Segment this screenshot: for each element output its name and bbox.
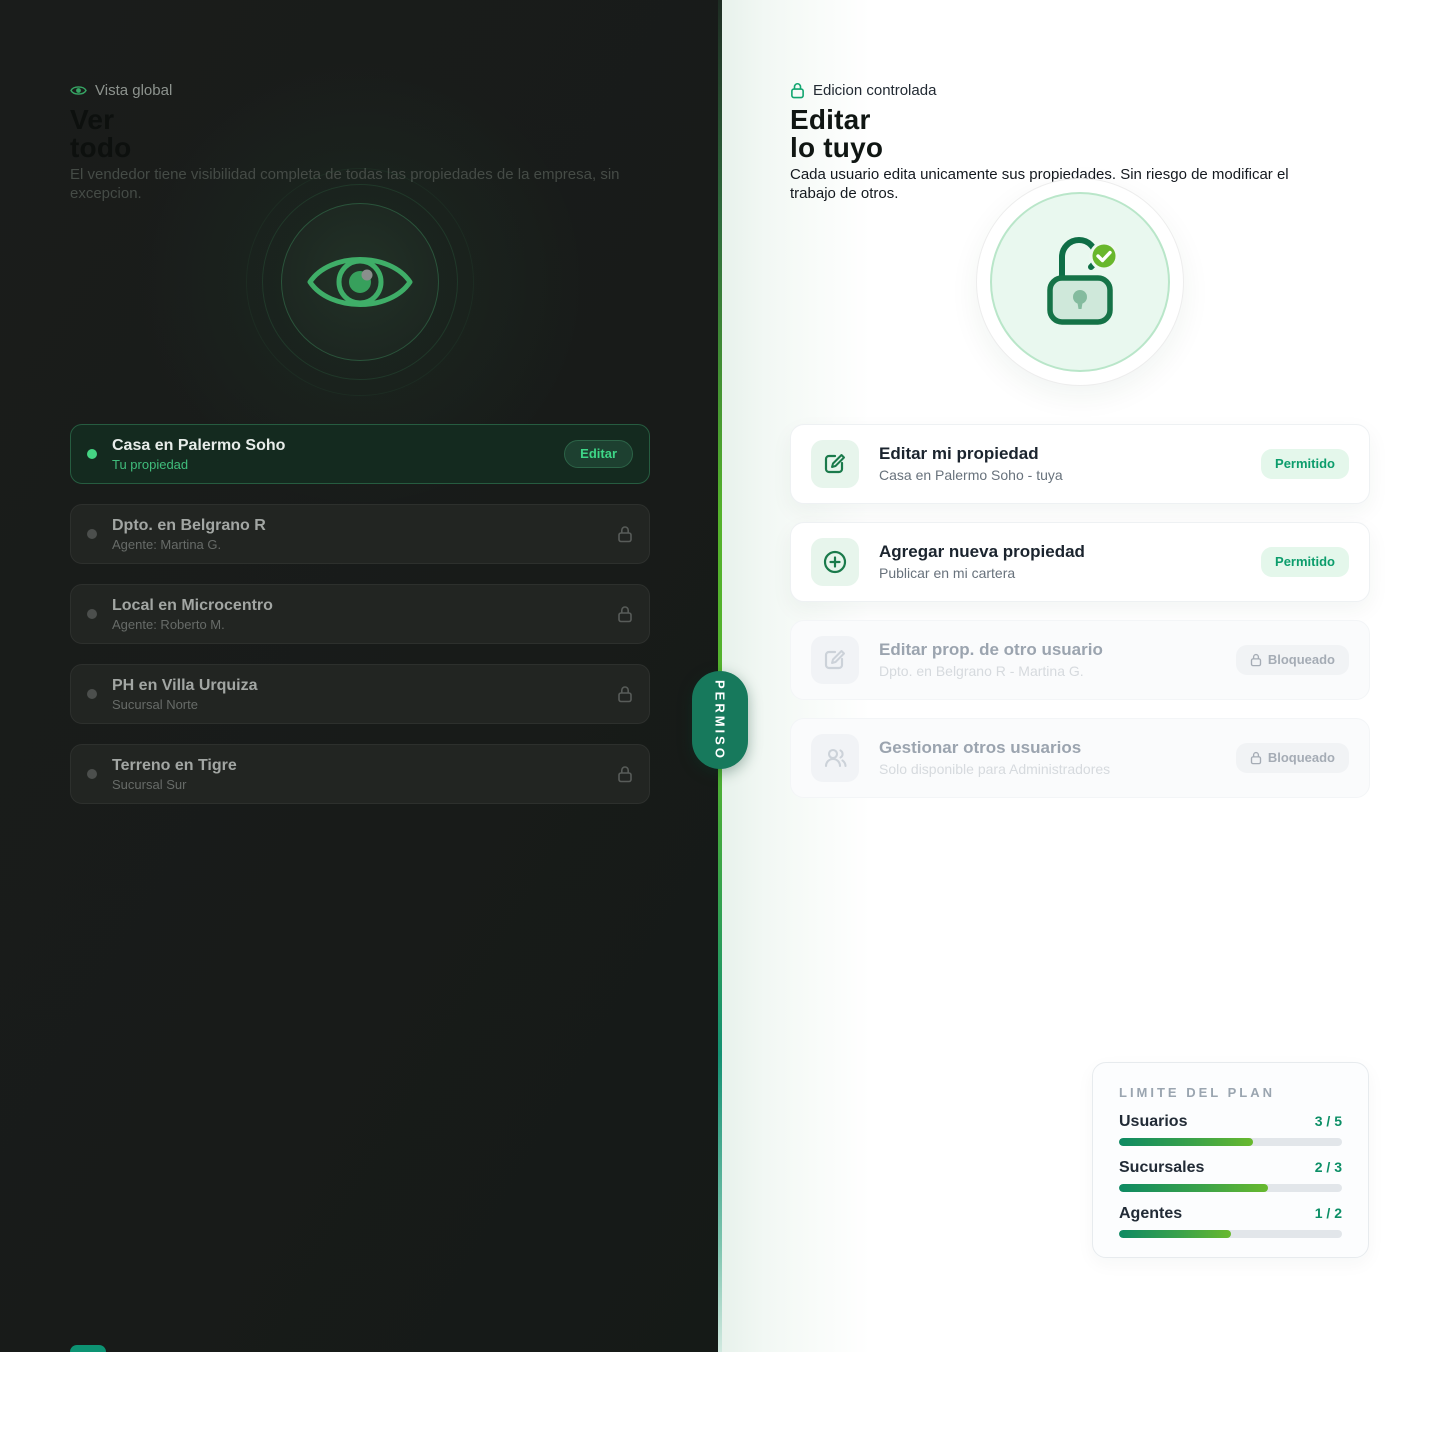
eye-illustration [246,168,474,396]
permitido-badge: Permitido [1261,449,1349,479]
plan-row-usuarios: Usuarios 3 / 5 [1119,1112,1342,1146]
property-title: Casa en Palermo Soho [112,436,564,455]
property-list: Casa en Palermo Soho Tu propiedad Editar… [70,424,650,804]
permitido-badge: Permitido [1261,547,1349,577]
lock-icon [617,765,633,783]
edicion-controlada-badge: Edicion controlada [790,81,1365,99]
progress-track [1119,1184,1342,1192]
lock-core [990,192,1170,372]
plan-label: Sucursales [1119,1158,1204,1177]
permission-list: Editar mi propiedad Casa en Palermo Soho… [790,424,1370,798]
permission-card-gestionar-usuarios: Gestionar otros usuarios Solo disponible… [790,718,1370,798]
lock-icon [790,82,805,99]
bloqueado-badge: Bloqueado [1236,645,1349,675]
open-lock-icon [1028,230,1132,334]
permission-title: Editar mi propiedad [879,444,1261,464]
plan-row-agentes: Agentes 1 / 2 [1119,1204,1342,1238]
property-row-casa-palermo[interactable]: Casa en Palermo Soho Tu propiedad Editar [70,424,650,484]
eye-core [281,203,439,361]
cutoff-pill [70,1345,106,1352]
property-title: Terreno en Tigre [112,756,617,775]
plan-label: Agentes [1119,1204,1182,1223]
property-subtitle: Agente: Martina G. [112,537,617,553]
lock-icon [617,685,633,703]
vista-global-badge: Vista global [70,81,645,99]
property-subtitle: Sucursal Sur [112,777,617,793]
permission-card-editar-otro-usuario: Editar prop. de otro usuario Dpto. en Be… [790,620,1370,700]
permission-subtitle: Solo disponible para Administradores [879,761,1236,778]
plan-label: Usuarios [1119,1112,1187,1131]
permission-title: Editar prop. de otro usuario [879,640,1236,660]
vista-global-panel: Vista global Ver todo El vendedor tiene … [0,0,720,1352]
status-dot [87,449,97,459]
editar-button[interactable]: Editar [564,440,633,468]
progress-fill [1119,1184,1268,1192]
permiso-pill: PERMISO [692,671,748,769]
permission-subtitle: Casa en Palermo Soho - tuya [879,467,1261,484]
status-dot [87,689,97,699]
eye-icon [70,84,87,97]
property-title: PH en Villa Urquiza [112,676,617,695]
plan-row-sucursales: Sucursales 2 / 3 [1119,1158,1342,1192]
plan-limits-title: LIMITE DEL PLAN [1119,1085,1342,1100]
property-row-villa-urquiza[interactable]: PH en Villa Urquiza Sucursal Norte [70,664,650,724]
lock-icon [617,525,633,543]
edit-icon [811,440,859,488]
status-dot [87,529,97,539]
plan-limits-card: LIMITE DEL PLAN Usuarios 3 / 5 Sucursale… [1092,1062,1369,1258]
permission-card-editar-mi-propiedad[interactable]: Editar mi propiedad Casa en Palermo Soho… [790,424,1370,504]
property-subtitle: Sucursal Norte [112,697,617,713]
permission-subtitle: Dpto. en Belgrano R - Martina G. [879,663,1236,680]
vista-global-label: Vista global [95,82,172,99]
plan-value: 2 / 3 [1315,1159,1342,1175]
plan-value: 3 / 5 [1315,1113,1342,1129]
right-title: Editar lo tuyo [790,106,1365,162]
property-row-belgrano[interactable]: Dpto. en Belgrano R Agente: Martina G. [70,504,650,564]
lock-icon [1250,751,1262,765]
big-eye-icon [304,239,416,325]
property-row-tigre[interactable]: Terreno en Tigre Sucursal Sur [70,744,650,804]
plan-value: 1 / 2 [1315,1205,1342,1221]
progress-track [1119,1138,1342,1146]
users-icon [811,734,859,782]
permission-title: Gestionar otros usuarios [879,738,1236,758]
plus-circle-icon [811,538,859,586]
permission-card-agregar-propiedad[interactable]: Agregar nueva propiedad Publicar en mi c… [790,522,1370,602]
edicion-controlada-label: Edicion controlada [813,82,936,99]
permission-title: Agregar nueva propiedad [879,542,1261,562]
status-dot [87,769,97,779]
eye-ring [262,184,458,380]
property-title: Local en Microcentro [112,596,617,615]
property-subtitle: Tu propiedad [112,457,564,473]
property-title: Dpto. en Belgrano R [112,516,617,535]
progress-fill [1119,1230,1231,1238]
permissions-comparison-screen: Vista global Ver todo El vendedor tiene … [0,0,1440,1352]
status-dot [87,609,97,619]
lock-icon [617,605,633,623]
property-subtitle: Agente: Roberto M. [112,617,617,633]
lock-illustration [976,178,1184,386]
progress-fill [1119,1138,1253,1146]
left-title: Ver todo [70,106,645,162]
progress-track [1119,1230,1342,1238]
lock-icon [1250,653,1262,667]
edit-icon [811,636,859,684]
permiso-label: PERMISO [713,680,728,761]
bloqueado-badge: Bloqueado [1236,743,1349,773]
permission-subtitle: Publicar en mi cartera [879,565,1261,582]
property-row-microcentro[interactable]: Local en Microcentro Agente: Roberto M. [70,584,650,644]
